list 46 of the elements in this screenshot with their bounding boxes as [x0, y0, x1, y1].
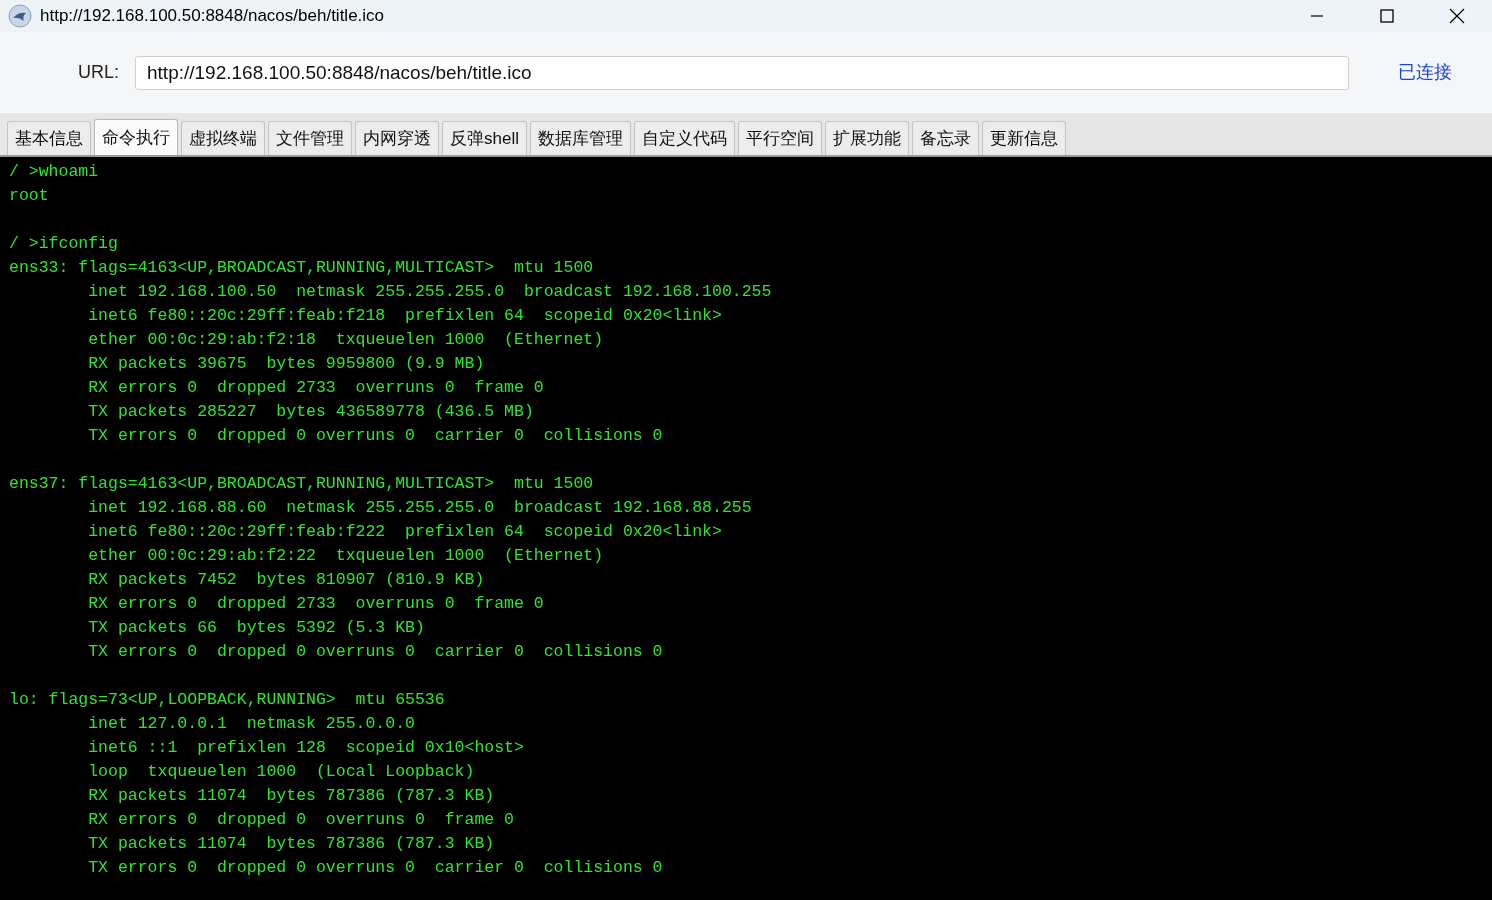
tab[interactable]: 基本信息	[7, 121, 91, 155]
tab[interactable]: 反弹shell	[442, 121, 527, 155]
terminal-line: TX packets 285227 bytes 436589778 (436.5 MB)	[87, 401, 534, 423]
terminal-line: / >ifconfig	[9, 233, 118, 255]
terminal-line: RX errors 0 dropped 2733 overruns 0 frame 0	[87, 593, 544, 615]
tab[interactable]: 命令执行	[94, 119, 178, 155]
terminal-line: inet6 fe80::20c:29ff:feab:f222 prefixlen 64 scopeid 0x20<link>	[87, 521, 722, 543]
terminal-line: TX packets 11074 bytes 787386 (787.3 KB)	[87, 833, 495, 855]
app-logo-icon	[8, 4, 32, 28]
url-label: URL:	[78, 61, 119, 84]
terminal-line: RX packets 39675 bytes 9959800 (9.9 MB)	[87, 353, 485, 375]
tab[interactable]: 扩展功能	[824, 121, 909, 155]
terminal-line: TX errors 0 dropped 0 overruns 0 carrier 0 collisions 0	[87, 857, 663, 879]
terminal-line: TX errors 0 dropped 0 overruns 0 carrier 0 collisions 0	[87, 641, 663, 663]
terminal-line: ens37: flags=4163<UP,BROADCAST,RUNNING,MULTICAST> mtu 1500	[9, 473, 594, 495]
tab[interactable]: 更新信息	[981, 121, 1066, 155]
terminal-line: RX packets 11074 bytes 787386 (787.3 KB)	[87, 785, 495, 807]
tab[interactable]: 文件管理	[268, 121, 352, 155]
tab[interactable]: 备忘录	[911, 121, 979, 155]
terminal-line: RX errors 0 dropped 0 overruns 0 frame 0	[87, 809, 514, 831]
terminal-line: / >whoami	[9, 161, 99, 183]
terminal-line: inet6 fe80::20c:29ff:feab:f218 prefixlen 64 scopeid 0x20<link>	[87, 305, 722, 327]
terminal-line: RX errors 0 dropped 2733 overruns 0 frame 0	[87, 377, 544, 399]
tab[interactable]: 平行空间	[737, 121, 822, 155]
terminal-line: TX packets 66 bytes 5392 (5.3 KB)	[87, 617, 425, 639]
terminal-line: loop txqueuelen 1000 (Local Loopback)	[87, 761, 475, 783]
terminal-line: inet 127.0.0.1 netmask 255.0.0.0	[87, 713, 415, 735]
maximize-icon	[1380, 9, 1394, 23]
terminal-line: inet 192.168.100.50 netmask 255.255.255.0 broadcast 192.168.100.255	[87, 281, 772, 303]
url-field[interactable]: http://192.168.100.50:8848/nacos/beh/title.ico	[135, 55, 1349, 90]
terminal-line: inet 192.168.88.60 netmask 255.255.255.0 broadcast 192.168.88.255	[87, 497, 752, 519]
terminal-line: RX packets 7452 bytes 810907 (810.9 KB)	[87, 569, 485, 591]
terminal-line: inet6 ::1 prefixlen 128 scopeid 0x10<host>	[87, 737, 524, 759]
close-icon	[1449, 8, 1465, 24]
window-title: http://192.168.100.50:8848/nacos/beh/title.ico	[40, 5, 385, 28]
tab[interactable]: 数据库管理	[529, 121, 631, 155]
tab[interactable]: 虚拟终端	[181, 121, 265, 155]
connection-status: 已连接	[1398, 61, 1452, 84]
tab[interactable]: 内网穿透	[355, 121, 439, 155]
terminal-line: ens33: flags=4163<UP,BROADCAST,RUNNING,MULTICAST> mtu 1500	[9, 257, 594, 279]
terminal-line: lo: flags=73<UP,LOOPBACK,RUNNING> mtu 65536	[9, 689, 445, 711]
terminal-line: TX errors 0 dropped 0 overruns 0 carrier 0 collisions 0	[87, 425, 663, 447]
terminal-line: root	[9, 185, 49, 207]
terminal-line: ether 00:0c:29:ab:f2:22 txqueuelen 1000 (Ethernet)	[87, 545, 604, 567]
terminal-line: ether 00:0c:29:ab:f2:18 txqueuelen 1000 (Ethernet)	[87, 329, 604, 351]
tab[interactable]: 自定义代码	[633, 121, 735, 155]
